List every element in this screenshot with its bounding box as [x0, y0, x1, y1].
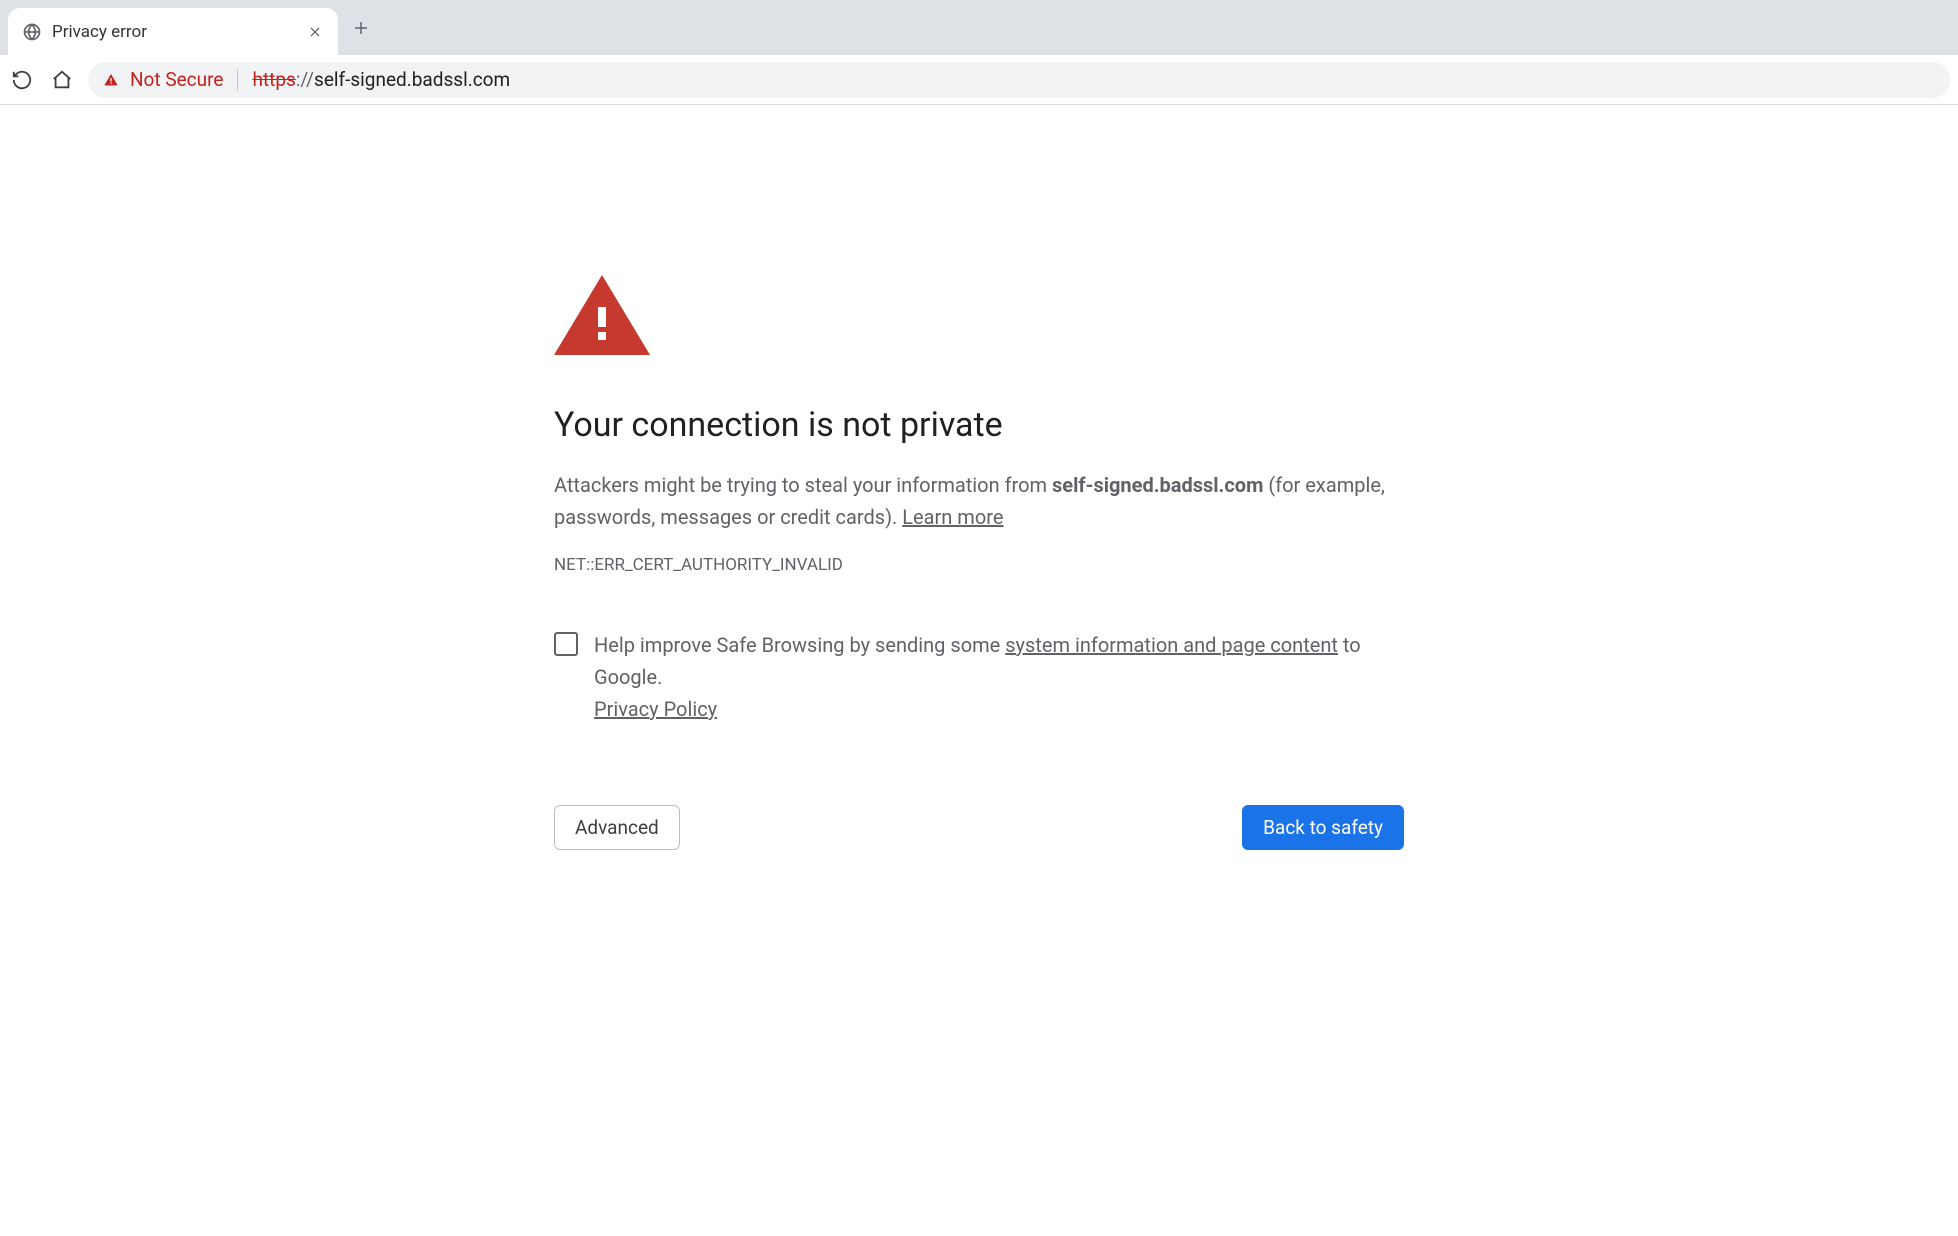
advanced-button[interactable]: Advanced [554, 805, 680, 850]
url-text: https://self-signed.badssl.com [252, 68, 510, 91]
reload-icon[interactable] [8, 66, 36, 94]
body-host: self-signed.badssl.com [1052, 473, 1263, 497]
globe-icon [22, 22, 42, 42]
error-code: NET::ERR_CERT_AUTHORITY_INVALID [554, 555, 1404, 575]
tab-strip: Privacy error [0, 0, 1958, 55]
address-bar[interactable]: Not Secure https://self-signed.badssl.co… [88, 62, 1950, 98]
privacy-policy-link[interactable]: Privacy Policy [594, 697, 717, 721]
home-icon[interactable] [48, 66, 76, 94]
body-prefix: Attackers might be trying to steal your … [554, 473, 1052, 497]
url-scheme: https [252, 68, 295, 91]
danger-triangle-icon [554, 275, 650, 355]
interstitial-heading: Your connection is not private [554, 405, 1404, 445]
interstitial-body: Attackers might be trying to steal your … [554, 469, 1404, 533]
new-tab-button[interactable] [344, 11, 378, 45]
warning-triangle-icon [102, 71, 120, 89]
url-host: self-signed.badssl.com [314, 68, 510, 91]
security-status-label: Not Secure [130, 68, 223, 91]
browser-tab[interactable]: Privacy error [8, 8, 338, 55]
back-to-safety-button[interactable]: Back to safety [1242, 805, 1404, 850]
url-delimiter: :// [296, 68, 314, 91]
close-icon[interactable] [306, 23, 324, 41]
interstitial-content: Your connection is not private Attackers… [554, 275, 1404, 850]
tab-title: Privacy error [52, 22, 296, 42]
toolbar: Not Secure https://self-signed.badssl.co… [0, 55, 1958, 105]
optin-text: Help improve Safe Browsing by sending so… [594, 629, 1404, 725]
separator [237, 69, 238, 91]
optin-checkbox[interactable] [554, 632, 578, 656]
learn-more-link[interactable]: Learn more [902, 505, 1003, 529]
optin-prefix: Help improve Safe Browsing by sending so… [594, 633, 1005, 657]
safe-browsing-optin: Help improve Safe Browsing by sending so… [554, 629, 1404, 725]
optin-link[interactable]: system information and page content [1005, 633, 1338, 657]
button-row: Advanced Back to safety [554, 805, 1404, 850]
interstitial-page: Your connection is not private Attackers… [0, 105, 1958, 850]
